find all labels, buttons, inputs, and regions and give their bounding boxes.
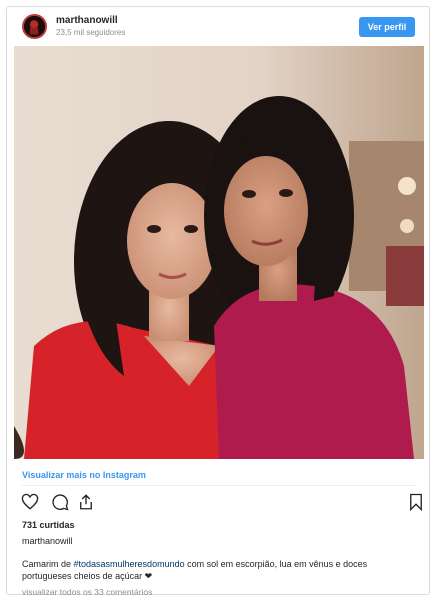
instagram-embed-card: marthanowill 23,5 mil seguidores Ver per… [6,6,430,597]
share-icon[interactable] [77,493,95,511]
like-count[interactable]: 731 curtidas [22,520,75,530]
view-more-on-instagram-link[interactable]: Visualizar mais no Instagram [22,470,146,480]
bookmark-icon[interactable] [407,493,425,511]
caption-username[interactable]: marthanowill [22,536,73,546]
post-caption: Camarim de #todasasmulheresdomundo com s… [22,558,412,582]
post-image [14,46,424,459]
profile-avatar[interactable] [22,14,47,39]
comment-icon[interactable] [51,493,69,511]
header-username[interactable]: marthanowill [56,15,118,26]
caption-text-before: Camarim de [22,559,74,569]
post-photo[interactable] [14,46,424,459]
heart-icon[interactable] [21,493,39,511]
view-all-comments-link[interactable]: visualizar todos os 33 comentários [22,587,152,597]
post-header: marthanowill 23,5 mil seguidores Ver per… [7,7,429,47]
follower-count: 23,5 mil seguidores [56,28,126,37]
divider [22,485,416,486]
caption-hashtag-link[interactable]: #todasasmulheresdomundo [74,559,185,569]
action-bar [21,493,422,513]
view-profile-button[interactable]: Ver perfil [359,17,415,37]
avatar-image [24,16,45,37]
